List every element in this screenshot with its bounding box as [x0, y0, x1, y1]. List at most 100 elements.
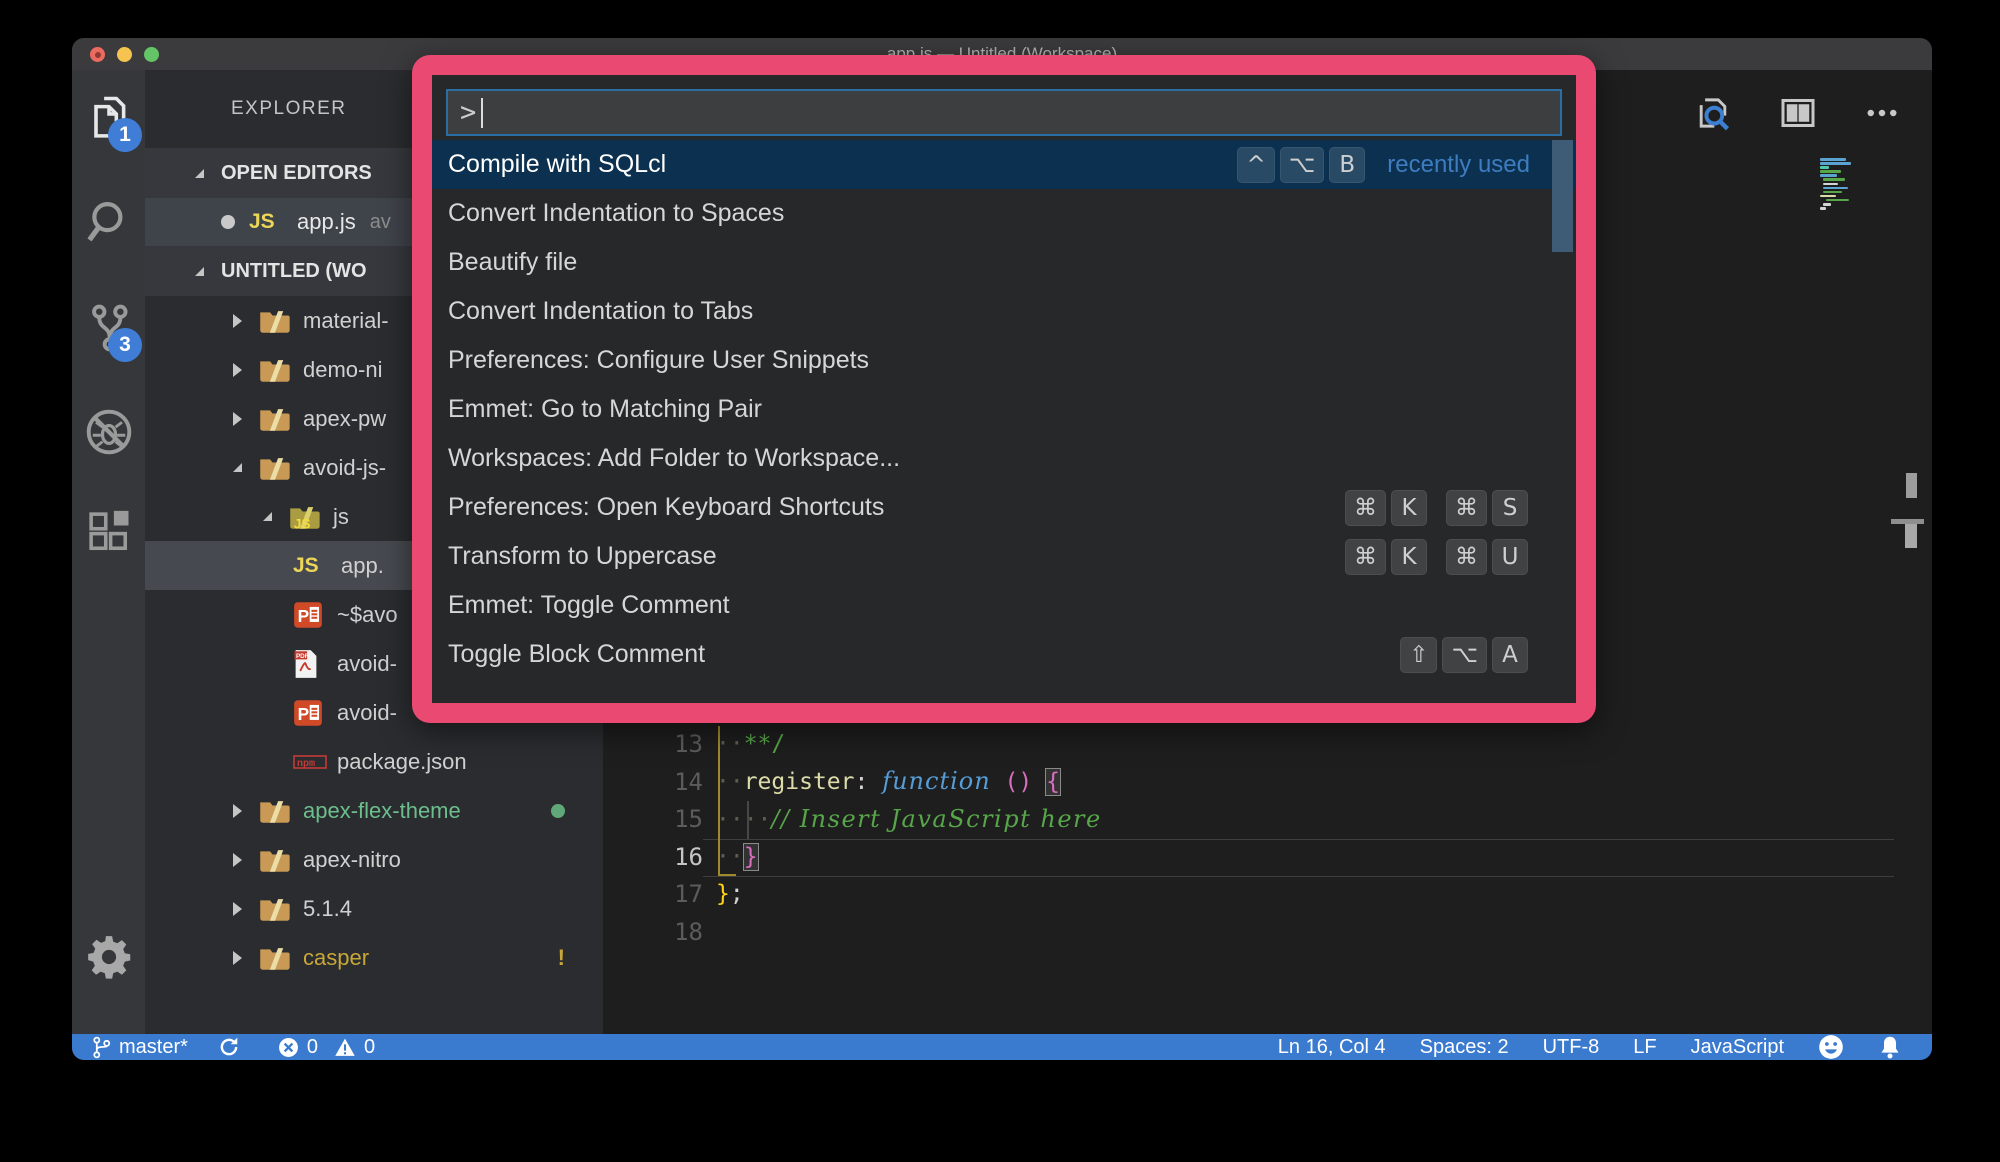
modified-dot-icon — [221, 215, 235, 229]
code-line-18[interactable]: 18 — [603, 914, 1932, 952]
command-input[interactable]: > — [446, 89, 1562, 136]
palette-item-emmet-toggle-comment[interactable]: Emmet: Toggle Comment — [432, 581, 1576, 630]
palette-item-preferences-configure-user-snippets[interactable]: Preferences: Configure User Snippets — [432, 336, 1576, 385]
open-editor-filename: app.js — [297, 209, 356, 235]
palette-item-preferences-open-keyboard-shortcuts[interactable]: Preferences: Open Keyboard Shortcuts ⌘K ⌘S — [432, 483, 1576, 532]
tree-item-label: material- — [303, 308, 389, 334]
palette-scrollbar[interactable] — [1552, 140, 1573, 252]
palette-item-emmet-go-to-matching-pair[interactable]: Emmet: Go to Matching Pair — [432, 385, 1576, 434]
feedback-button[interactable] — [1818, 1034, 1844, 1060]
line-number: 17 — [603, 876, 703, 914]
tree-item-package.json[interactable]: npmpackage.json — [145, 737, 603, 786]
line-number: 13 — [603, 726, 703, 764]
palette-item-convert-indentation-to-tabs[interactable]: Convert Indentation to Tabs — [432, 287, 1576, 336]
problems-indicator[interactable]: 0 0 — [278, 1036, 375, 1059]
language-mode[interactable]: JavaScript — [1691, 1036, 1784, 1059]
code-line-16[interactable]: 16··} — [603, 839, 1932, 877]
svg-text:npm: npm — [297, 759, 315, 770]
command-prompt: > — [460, 97, 476, 128]
eol-setting[interactable]: LF — [1633, 1036, 1656, 1059]
tree-item-label: apex-flex-theme — [303, 798, 461, 824]
twistie-collapsed-icon[interactable] — [233, 314, 259, 328]
palette-item-label: Toggle Block Comment — [448, 640, 705, 669]
palette-item-label: Preferences: Configure User Snippets — [448, 346, 869, 375]
editor-actions — [1692, 92, 1902, 134]
search-tab[interactable] — [72, 196, 145, 248]
tree-item-apex-flex-theme[interactable]: apex-flex-theme — [145, 786, 603, 835]
code-token: : — [854, 769, 868, 795]
folder-icon — [259, 896, 295, 922]
notifications-button[interactable] — [1878, 1035, 1902, 1060]
palette-item-transform-to-uppercase[interactable]: Transform to Uppercase⌘K⌘U — [432, 532, 1576, 581]
code-line-17[interactable]: 17}; — [603, 876, 1932, 914]
encoding-setting[interactable]: UTF-8 — [1543, 1036, 1600, 1059]
current-line-border — [703, 876, 1894, 877]
line-number: 18 — [603, 914, 703, 952]
extensions-tab[interactable] — [72, 506, 145, 558]
code-line-15[interactable]: 15····// Insert JavaScript here — [603, 801, 1932, 839]
twistie-collapsed-icon[interactable] — [233, 412, 259, 426]
palette-item-toggle-block-comment[interactable]: Toggle Block Comment⇧⌥A — [432, 630, 1576, 679]
code-token: ···· — [716, 807, 771, 833]
shortcut-key-group: ⌘U — [1441, 539, 1528, 575]
code-line-content: ··} — [703, 839, 758, 877]
minimap-line — [1823, 203, 1831, 206]
tree-item-apex-nitro[interactable]: apex-nitro — [145, 835, 603, 884]
indentation-setting[interactable]: Spaces: 2 — [1420, 1036, 1509, 1059]
minimap[interactable] — [1820, 158, 1860, 211]
shortcut-key-group: ⌘S — [1441, 490, 1528, 526]
tree-item-label: js — [333, 504, 349, 530]
folder-icon — [259, 308, 295, 334]
git-branch-indicator[interactable]: master* — [92, 1036, 188, 1059]
folder-icon — [259, 455, 295, 481]
tree-item-5.1.4[interactable]: 5.1.4 — [145, 884, 603, 933]
js-folder-icon: JS — [289, 504, 325, 530]
scrollbar-mark[interactable] — [1906, 473, 1917, 498]
shortcut-key: ⌘ — [1345, 539, 1386, 575]
palette-item-convert-indentation-to-spaces[interactable]: Convert Indentation to Spaces — [432, 189, 1576, 238]
code-line-content: ··register: function () { — [703, 763, 1060, 802]
palette-item-label: Compile with SQLcl — [448, 150, 666, 179]
more-actions-icon[interactable] — [1862, 93, 1902, 133]
current-line-border — [703, 839, 1894, 840]
twistie-collapsed-icon[interactable] — [233, 951, 259, 965]
code-line-14[interactable]: 14··register: function () { — [603, 764, 1932, 802]
git-status-badge: ! — [558, 945, 565, 971]
twistie-collapsed-icon[interactable] — [233, 804, 259, 818]
minimap-line — [1826, 199, 1849, 202]
sync-button[interactable] — [218, 1036, 248, 1058]
twistie-collapsed-icon[interactable] — [233, 363, 259, 377]
palette-item-label: Preferences: Open Keyboard Shortcuts — [448, 493, 884, 522]
twistie-expanded-icon[interactable] — [233, 463, 259, 472]
maximize-window-icon[interactable] — [144, 47, 159, 62]
status-bar: master* 0 — [72, 1034, 1932, 1060]
tree-item-casper[interactable]: casper! — [145, 933, 603, 982]
traffic-lights — [90, 47, 159, 62]
split-editor-icon[interactable] — [1778, 93, 1818, 133]
debug-tab[interactable] — [72, 406, 145, 458]
palette-item-compile-with-sqlcl[interactable]: Compile with SQLcl^⌥Brecently used — [432, 140, 1576, 189]
source-control-tab[interactable]: 3 — [72, 302, 145, 354]
cursor-position[interactable]: Ln 16, Col 4 — [1278, 1036, 1386, 1059]
minimize-window-icon[interactable] — [117, 47, 132, 62]
open-changes-icon[interactable] — [1692, 92, 1734, 134]
line-number: 15 — [603, 801, 703, 839]
scrollbar-mark[interactable] — [1905, 524, 1917, 548]
shortcut-key-group: ⌘K — [1340, 490, 1427, 526]
js-file-icon: JS — [293, 554, 329, 578]
twistie-collapsed-icon[interactable] — [233, 902, 259, 916]
svg-text:PDF: PDF — [296, 653, 309, 660]
minimap-line — [1820, 166, 1829, 169]
code-line-content: ··**/ — [703, 726, 785, 764]
code-line-content: }; — [703, 876, 744, 914]
twistie-collapsed-icon[interactable] — [233, 853, 259, 867]
pdf-icon: PDF — [293, 649, 329, 679]
palette-item-workspaces-add-folder-to-workspace-[interactable]: Workspaces: Add Folder to Workspace... — [432, 434, 1576, 483]
twistie-expanded-icon[interactable] — [263, 512, 289, 521]
close-window-icon[interactable] — [90, 47, 105, 62]
code-line-13[interactable]: 13··**/ — [603, 726, 1932, 764]
search-icon — [83, 196, 135, 248]
palette-item-beautify-file[interactable]: Beautify file — [432, 238, 1576, 287]
settings-gear-button[interactable] — [72, 932, 145, 982]
explorer-tab[interactable]: 1 — [72, 92, 145, 144]
